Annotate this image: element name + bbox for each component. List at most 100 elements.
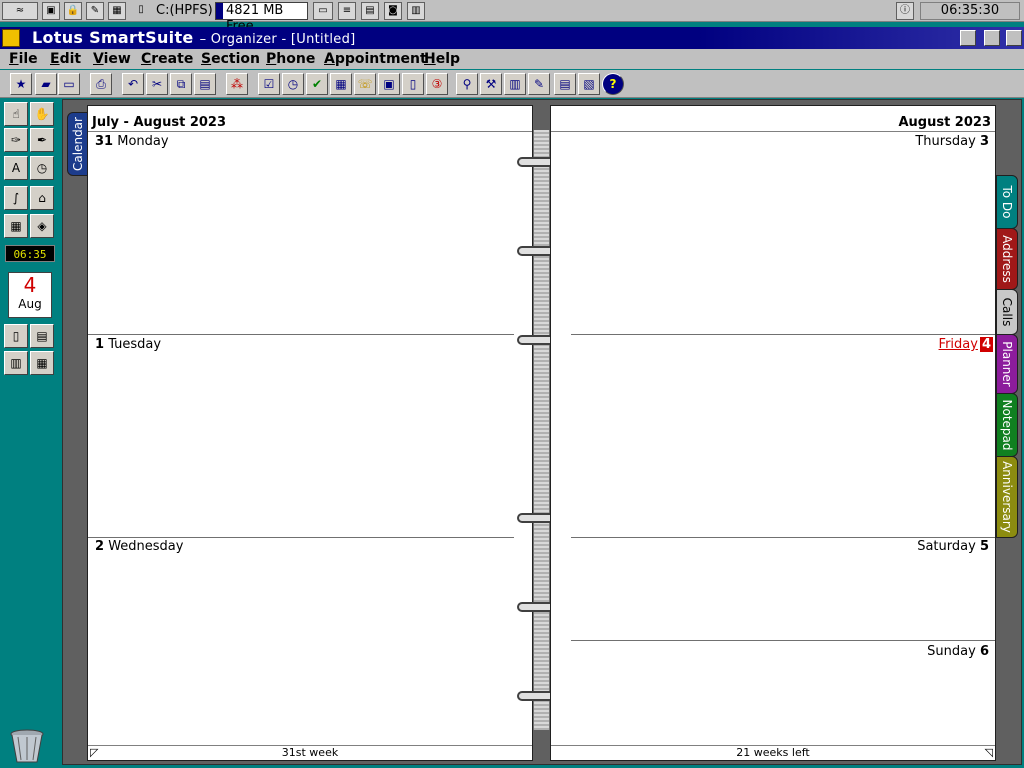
link-pen-icon[interactable]: ✑: [4, 128, 28, 152]
menu-help[interactable]: Help: [424, 51, 460, 67]
pen-icon[interactable]: ✎: [86, 2, 104, 20]
tab-address[interactable]: Address: [996, 228, 1018, 290]
title-bar: Lotus SmartSuite – Organizer - [Untitled]: [0, 27, 1024, 49]
open-icon[interactable]: ▰: [35, 73, 57, 95]
lock-icon[interactable]: 🔒: [64, 2, 82, 20]
menu-bar: File Edit View Create Section Phone Appo…: [0, 49, 1024, 69]
tab-planner[interactable]: Planner: [996, 334, 1018, 394]
tab-todo[interactable]: To Do: [996, 175, 1018, 229]
note-icon[interactable]: ▦: [330, 73, 352, 95]
memory-bar-icon[interactable]: ▭: [313, 2, 333, 20]
pointer-hand-icon[interactable]: ☝: [4, 102, 28, 126]
trash-can-icon[interactable]: [8, 728, 46, 764]
drive-label: C:(HPFS): [156, 3, 213, 18]
check-icon[interactable]: ✔: [306, 73, 328, 95]
save-icon[interactable]: ▭: [58, 73, 80, 95]
menu-edit[interactable]: Edit: [50, 51, 81, 67]
organizer-app-icon[interactable]: [2, 29, 20, 47]
tab-notepad[interactable]: Notepad: [996, 393, 1018, 457]
monitor-icon[interactable]: ▦: [108, 2, 126, 20]
left-calendar-page[interactable]: July - August 2023 31 Monday 1 Tuesday 2…: [87, 105, 533, 761]
address-card-icon[interactable]: ▣: [378, 73, 400, 95]
text-tool-icon[interactable]: A: [4, 156, 28, 180]
day-label-monday[interactable]: 31 Monday: [95, 134, 169, 149]
help-icon[interactable]: ?: [602, 73, 624, 95]
clock-tool-icon[interactable]: ◷: [30, 156, 54, 180]
tab-calls[interactable]: Calls: [996, 289, 1018, 335]
eraser-icon[interactable]: ◈: [30, 214, 54, 238]
week-view-icon[interactable]: ▤: [30, 324, 54, 348]
cut-icon[interactable]: ✂: [146, 73, 168, 95]
tab-anniversary[interactable]: Anniversary: [996, 456, 1018, 538]
new-icon[interactable]: ★: [10, 73, 32, 95]
find-icon[interactable]: ⚲: [456, 73, 478, 95]
menu-file[interactable]: File: [9, 51, 38, 67]
stack-icon[interactable]: ≡: [338, 2, 356, 20]
grab-hand-icon[interactable]: ✋: [30, 102, 54, 126]
page-forward-corner-icon[interactable]: ◹: [985, 746, 993, 759]
right-page-header: August 2023: [898, 115, 991, 130]
week-number: 31st week: [281, 746, 339, 759]
menu-phone[interactable]: Phone: [266, 51, 315, 67]
info-icon[interactable]: ⓘ: [896, 2, 914, 20]
alarm-icon[interactable]: ◷: [282, 73, 304, 95]
calculator-icon[interactable]: ▦: [4, 214, 28, 238]
calendar-3-icon[interactable]: ③: [426, 73, 448, 95]
phone-icon[interactable]: ☏: [354, 73, 376, 95]
today-date-tile[interactable]: 4 Aug: [8, 272, 52, 318]
curve-tool-icon[interactable]: ∫: [4, 186, 28, 210]
document-icon[interactable]: ▥: [407, 2, 425, 20]
day-label-friday-today[interactable]: Friday 4: [939, 337, 993, 352]
menu-create[interactable]: Create: [141, 51, 193, 67]
window-list-icon[interactable]: ▣: [42, 2, 60, 20]
organizer-binder: Calendar July - August 2023 31 Monday 1 …: [62, 99, 1022, 765]
day-label-tuesday[interactable]: 1 Tuesday: [95, 337, 161, 352]
os2-logo-icon[interactable]: ≈: [2, 2, 38, 20]
day-label-sunday[interactable]: Sunday 6: [927, 644, 989, 659]
print-icon[interactable]: ⎙: [90, 73, 112, 95]
restore-button[interactable]: [984, 30, 1000, 46]
notebook-icon[interactable]: ▯: [402, 73, 424, 95]
shredder-icon[interactable]: ◙: [384, 2, 402, 20]
book-open-icon[interactable]: ▤: [554, 73, 576, 95]
day-view-icon[interactable]: ▯: [4, 324, 28, 348]
today-month: Aug: [18, 297, 42, 311]
app-name: Lotus SmartSuite: [32, 28, 194, 47]
page-back-corner-icon[interactable]: ◸: [90, 746, 98, 759]
day-label-saturday[interactable]: Saturday 5: [917, 539, 989, 554]
system-clock: 06:35:30: [920, 2, 1020, 20]
menu-appointment[interactable]: Appointment: [324, 51, 427, 67]
book-close-icon[interactable]: ▧: [578, 73, 600, 95]
month-view-icon[interactable]: ▦: [30, 351, 54, 375]
day-label-wednesday[interactable]: 2 Wednesday: [95, 539, 183, 554]
toolbox: ☝ ✋ ✑ ✒ A ◷ ∫ ⌂ ▦ ◈ 06:35 4 Aug ▯ ▤ ▥ ▦: [2, 100, 58, 380]
tab-calendar[interactable]: Calendar: [67, 112, 89, 176]
planner-icon[interactable]: ▥: [504, 73, 526, 95]
paste-icon[interactable]: ▤: [194, 73, 216, 95]
unlink-pen-icon[interactable]: ✒: [30, 128, 54, 152]
shape-tool-icon[interactable]: ⌂: [30, 186, 54, 210]
maximize-button[interactable]: [1006, 30, 1022, 46]
right-calendar-page[interactable]: August 2023 Thursday 3 Friday 4 Saturday …: [550, 105, 996, 761]
menu-view[interactable]: View: [93, 51, 131, 67]
toolbox-clock: 06:35: [5, 245, 55, 262]
tools-icon[interactable]: ⚒: [480, 73, 502, 95]
undo-icon[interactable]: ↶: [122, 73, 144, 95]
day-label-thursday[interactable]: Thursday 3: [915, 134, 989, 149]
document-title: – Organizer - [Untitled]: [199, 32, 356, 47]
copy-icon[interactable]: ⧉: [170, 73, 192, 95]
link-icon[interactable]: ⁂: [226, 73, 248, 95]
binder-spine: [533, 130, 550, 730]
minimize-button[interactable]: [960, 30, 976, 46]
drive-icon[interactable]: ▯: [134, 2, 148, 20]
menu-section[interactable]: Section: [201, 51, 260, 67]
system-status-bar: ≈ ▣ 🔒 ✎ ▦ ▯ C:(HPFS) 4821 MB Free ▭ ≡ ▤ …: [0, 0, 1024, 34]
left-page-header: July - August 2023: [92, 115, 227, 130]
weeks-left: 21 weeks left: [736, 746, 810, 759]
two-week-view-icon[interactable]: ▥: [4, 351, 28, 375]
today-day: 4: [23, 273, 37, 297]
folder-icon[interactable]: ▤: [361, 2, 379, 20]
window-title: Lotus SmartSuite – Organizer - [Untitled]: [32, 28, 356, 47]
pencil-icon[interactable]: ✎: [528, 73, 550, 95]
todo-tool-icon[interactable]: ☑: [258, 73, 280, 95]
